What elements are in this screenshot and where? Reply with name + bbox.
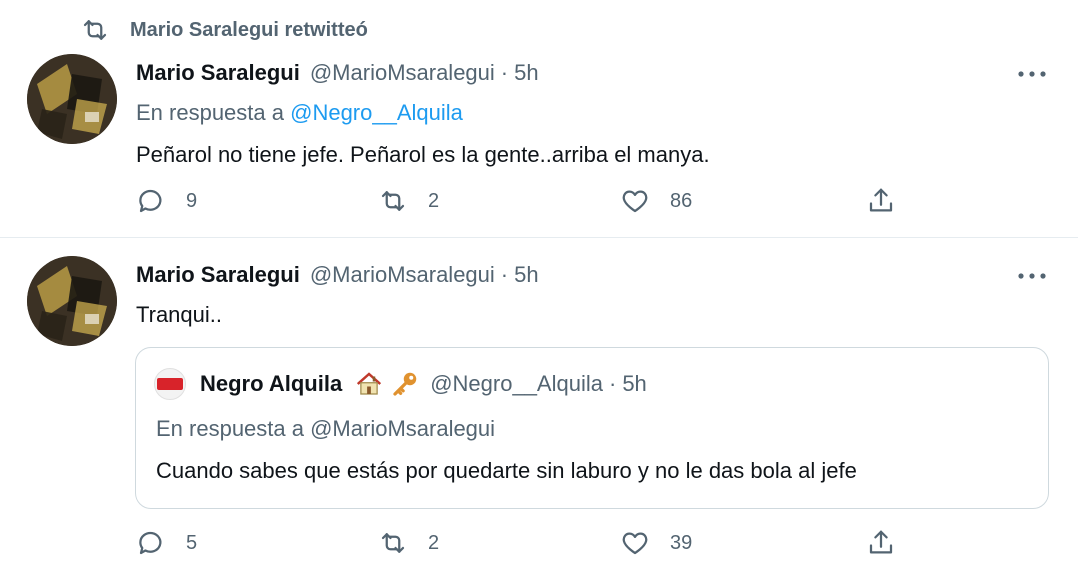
more-options-icon[interactable] <box>1014 64 1050 84</box>
quoted-author-name: Negro Alquila <box>200 371 343 396</box>
author-handle[interactable]: @MarioMsaralegui <box>310 60 495 86</box>
quoted-tweet-time: 5h <box>622 371 647 396</box>
tweet[interactable]: Mario Saralegui @MarioMsaralegui · 5h Tr… <box>0 238 1078 574</box>
avatar-image <box>27 54 117 144</box>
retweet-banner: Mario Saralegui retwitteó <box>80 14 368 46</box>
like-count: 39 <box>670 531 693 554</box>
reply-mention-link[interactable]: @Negro__Alquila <box>290 100 463 125</box>
tweet-text: Tranqui.. <box>136 302 223 327</box>
share-button[interactable] <box>866 184 896 218</box>
avatar[interactable] <box>27 54 117 144</box>
author-handle[interactable]: @MarioMsaralegui <box>310 262 495 288</box>
share-icon <box>869 530 893 554</box>
reply-button[interactable]: 5 <box>136 526 197 560</box>
retweet-count: 2 <box>428 189 440 212</box>
reply-count: 9 <box>186 189 198 212</box>
tweet-actions: 9 2 86 <box>136 184 906 218</box>
more-options-icon[interactable] <box>1014 266 1050 286</box>
retweet-icon <box>381 533 405 553</box>
reply-context-label: En respuesta a <box>136 100 284 125</box>
tweet-actions: 5 2 39 <box>136 526 906 560</box>
tweet-time[interactable]: 5h <box>514 262 538 288</box>
retweet-banner-text[interactable]: Mario Saralegui retwitteó <box>130 19 368 42</box>
quoted-avatar <box>154 368 186 400</box>
heart-icon <box>622 190 648 213</box>
reply-icon <box>139 531 162 555</box>
tweet-header: Mario Saralegui @MarioMsaralegui · 5h <box>136 262 539 288</box>
separator-dot: · <box>608 371 617 396</box>
reply-context: En respuesta a @Negro__Alquila <box>136 100 463 126</box>
tweet[interactable]: Mario Saralegui @MarioMsaralegui · 5h En… <box>0 46 1078 238</box>
avatar-image <box>27 256 117 346</box>
tweet-time[interactable]: 5h <box>514 60 538 86</box>
tweet-header: Mario Saralegui @MarioMsaralegui · 5h <box>136 60 539 86</box>
key-emoji <box>393 372 417 396</box>
quoted-tweet-header: Negro Alquila @Negro__Alquila · 5h <box>154 368 647 400</box>
retweet-count: 2 <box>428 531 440 554</box>
separator-dot: · <box>500 262 509 287</box>
reply-icon <box>139 189 162 213</box>
retweet-icon <box>83 20 107 40</box>
share-icon <box>869 188 893 212</box>
reply-button[interactable]: 9 <box>136 184 197 218</box>
like-button[interactable]: 86 <box>620 184 692 218</box>
quoted-tweet-text: Cuando sabes que estás por quedarte sin … <box>156 458 857 483</box>
share-button[interactable] <box>866 526 896 560</box>
retweet-button[interactable]: 2 <box>378 184 439 218</box>
tweet-text: Peñarol no tiene jefe. Peñarol es la gen… <box>136 142 710 167</box>
author-name[interactable]: Mario Saralegui <box>136 262 300 288</box>
house-emoji <box>357 372 382 395</box>
quoted-author-handle: @Negro__Alquila <box>430 371 603 396</box>
like-button[interactable]: 39 <box>620 526 692 560</box>
author-name[interactable]: Mario Saralegui <box>136 60 300 86</box>
retweet-button[interactable]: 2 <box>378 526 439 560</box>
separator-dot: · <box>500 60 509 85</box>
quoted-reply-context: En respuesta a @MarioMsaralegui <box>156 416 496 441</box>
retweet-icon <box>381 191 405 211</box>
avatar[interactable] <box>27 256 117 346</box>
quoted-tweet[interactable]: Negro Alquila @Negro__Alquila · 5h En re… <box>135 347 1049 509</box>
reply-count: 5 <box>186 531 198 554</box>
like-count: 86 <box>670 189 693 212</box>
heart-icon <box>622 532 648 555</box>
